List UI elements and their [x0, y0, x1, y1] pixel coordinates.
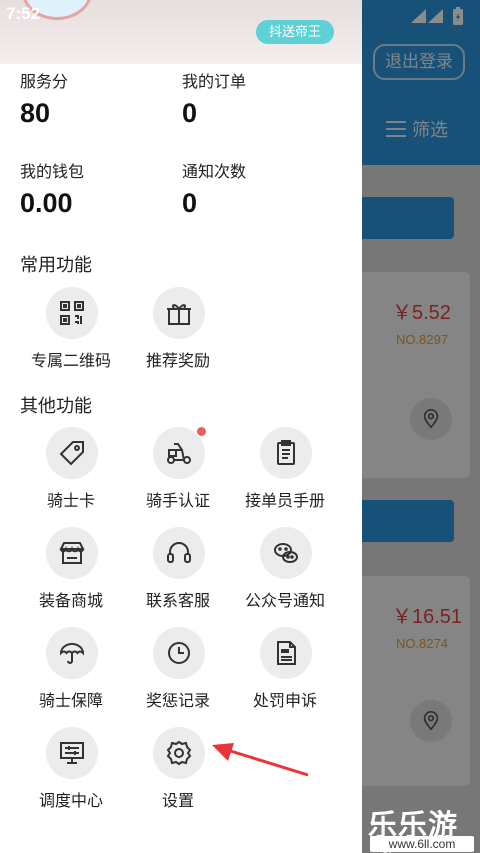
tile-rider-certification[interactable]: 骑手认证	[123, 427, 233, 510]
stat-label: 我的订单	[182, 74, 247, 91]
clock-icon	[153, 627, 205, 679]
tile-penalty-appeal[interactable]: 处罚申诉	[230, 627, 340, 710]
watermark-url: www.6ll.com	[370, 836, 474, 852]
tile-operator-manual[interactable]: 接单员手册	[230, 427, 340, 510]
drawer-header: 7:52 抖送帝王	[0, 0, 362, 64]
side-drawer: 7:52 抖送帝王 服务分 80 我的订单 0 我的钱包 0.00 通知次数 0…	[0, 0, 362, 853]
common-functions-title: 常用功能	[20, 255, 92, 275]
qr-code-icon	[46, 287, 98, 339]
tile-label: 骑士保障	[38, 693, 103, 710]
tile-label: 骑手认证	[145, 493, 210, 510]
tag-icon	[46, 427, 98, 479]
tile-label: 装备商城	[38, 593, 103, 610]
tile-reward-penalty-record[interactable]: 奖惩记录	[123, 627, 233, 710]
headset-icon	[153, 527, 205, 579]
tile-qr-code[interactable]: 专属二维码	[16, 287, 126, 370]
other-functions-title: 其他功能	[20, 396, 92, 416]
umbrella-icon	[46, 627, 98, 679]
notification-dot	[197, 427, 206, 436]
notification-count[interactable]: 通知次数 0	[182, 158, 246, 219]
tile-label: 推荐奖励	[145, 353, 210, 370]
stat-value: 80	[20, 98, 51, 128]
tile-label: 接单员手册	[244, 493, 325, 510]
service-score[interactable]: 服务分 80	[20, 68, 68, 129]
wechat-icon	[260, 527, 312, 579]
stat-label: 服务分	[20, 74, 69, 91]
tile-equipment-store[interactable]: 装备商城	[16, 527, 126, 610]
stat-label: 通知次数	[182, 164, 247, 181]
tile-dispatch-center[interactable]: 调度中心	[16, 727, 126, 810]
watermark-logo: 乐乐游戏 www.6ll.com	[362, 800, 480, 853]
store-icon	[46, 527, 98, 579]
tile-rider-insurance[interactable]: 骑士保障	[16, 627, 126, 710]
tile-contact-support[interactable]: 联系客服	[123, 527, 233, 610]
my-wallet[interactable]: 我的钱包 0.00	[20, 158, 84, 219]
tile-label: 设置	[161, 793, 194, 810]
my-orders[interactable]: 我的订单 0	[182, 68, 246, 129]
tile-label: 联系客服	[145, 593, 210, 610]
stat-label: 我的钱包	[20, 164, 85, 181]
tile-official-account-notice[interactable]: 公众号通知	[230, 527, 340, 610]
status-time: 7:52	[6, 4, 41, 23]
gift-icon	[153, 287, 205, 339]
user-badge: 抖送帝王	[256, 20, 334, 44]
tile-label: 调度中心	[38, 793, 103, 810]
tile-rider-card[interactable]: 骑士卡	[16, 427, 126, 510]
tile-label: 公众号通知	[244, 593, 325, 610]
tile-referral-reward[interactable]: 推荐奖励	[123, 287, 233, 370]
tile-label: 奖惩记录	[145, 693, 210, 710]
pointer-arrow-icon	[212, 743, 309, 777]
stat-value: 0.00	[20, 188, 73, 218]
scooter-icon	[153, 427, 205, 479]
dispatch-monitor-icon	[46, 727, 98, 779]
penalty-doc-icon	[260, 627, 312, 679]
manual-icon	[260, 427, 312, 479]
stat-value: 0	[182, 98, 198, 128]
settings-gear-icon	[153, 727, 205, 779]
tile-label: 专属二维码	[30, 353, 111, 370]
stat-value: 0	[182, 188, 198, 218]
tile-label: 骑士卡	[46, 493, 95, 510]
tile-label: 处罚申诉	[252, 693, 317, 710]
